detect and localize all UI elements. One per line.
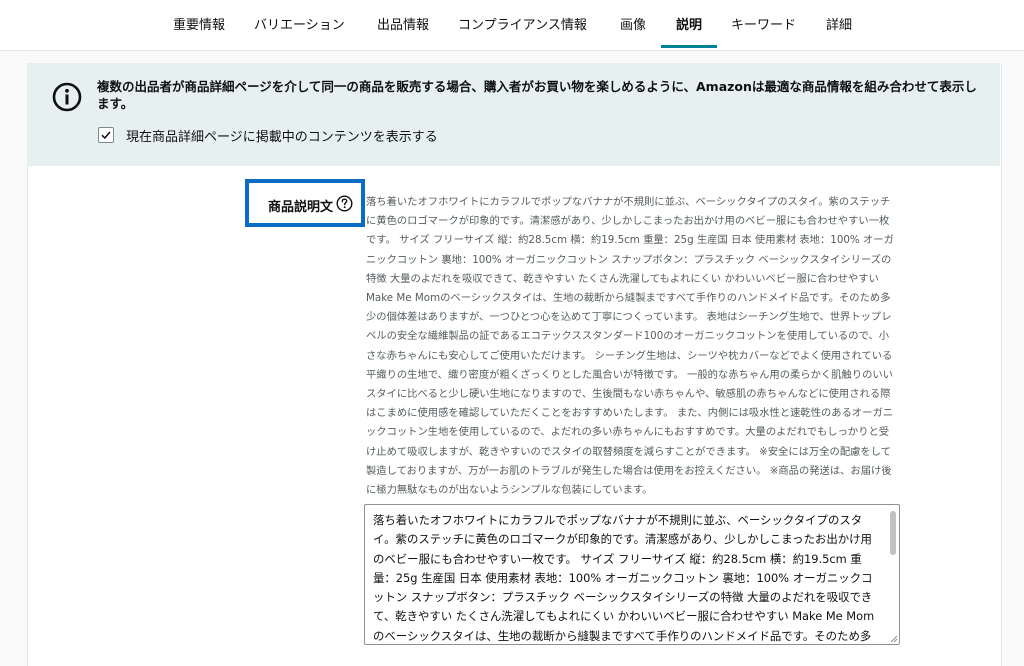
banner-message: 複数の出品者が商品詳細ページを介して同一の商品を販売する場合、購入者がお買い物を… — [97, 79, 977, 111]
textarea-scrollbar[interactable] — [890, 511, 896, 555]
show-live-content-checkbox[interactable] — [98, 127, 114, 143]
tab-images[interactable]: 画像 — [620, 14, 646, 33]
question-circle-icon[interactable] — [336, 195, 353, 212]
tab-details[interactable]: 詳細 — [826, 14, 852, 33]
tab-offer[interactable]: 出品情報 — [377, 14, 429, 33]
tab-keywords[interactable]: キーワード — [731, 14, 796, 33]
checkbox-label: 現在商品詳細ページに掲載中のコンテンツを表示する — [126, 130, 438, 145]
resize-grip-icon[interactable] — [889, 634, 898, 643]
checkmark-icon — [101, 131, 111, 140]
description-textarea[interactable]: 落ち着いたオフホワイトにカラフルでポップなバナナが不規則に並ぶ、ベーシックタイプ… — [364, 504, 900, 645]
info-icon — [52, 82, 82, 112]
active-tab-indicator — [661, 45, 717, 48]
tab-description[interactable]: 説明 — [676, 14, 702, 33]
tab-variations[interactable]: バリエーション — [254, 14, 345, 33]
product-description-label: 商品説明文 — [268, 200, 334, 215]
tab-compliance[interactable]: コンプライアンス情報 — [458, 14, 587, 33]
description-textarea-value[interactable]: 落ち着いたオフホワイトにカラフルでポップなバナナが不規則に並ぶ、ベーシックタイプ… — [373, 511, 881, 644]
tab-bar: 重要情報 バリエーション 出品情報 コンプライアンス情報 画像 説明 キーワード… — [0, 0, 1024, 51]
tab-key-info[interactable]: 重要情報 — [173, 14, 225, 33]
live-description-text: 落ち着いたオフホワイトにカラフルでポップなバナナが不規則に並ぶ、ベーシックタイプ… — [366, 196, 894, 497]
